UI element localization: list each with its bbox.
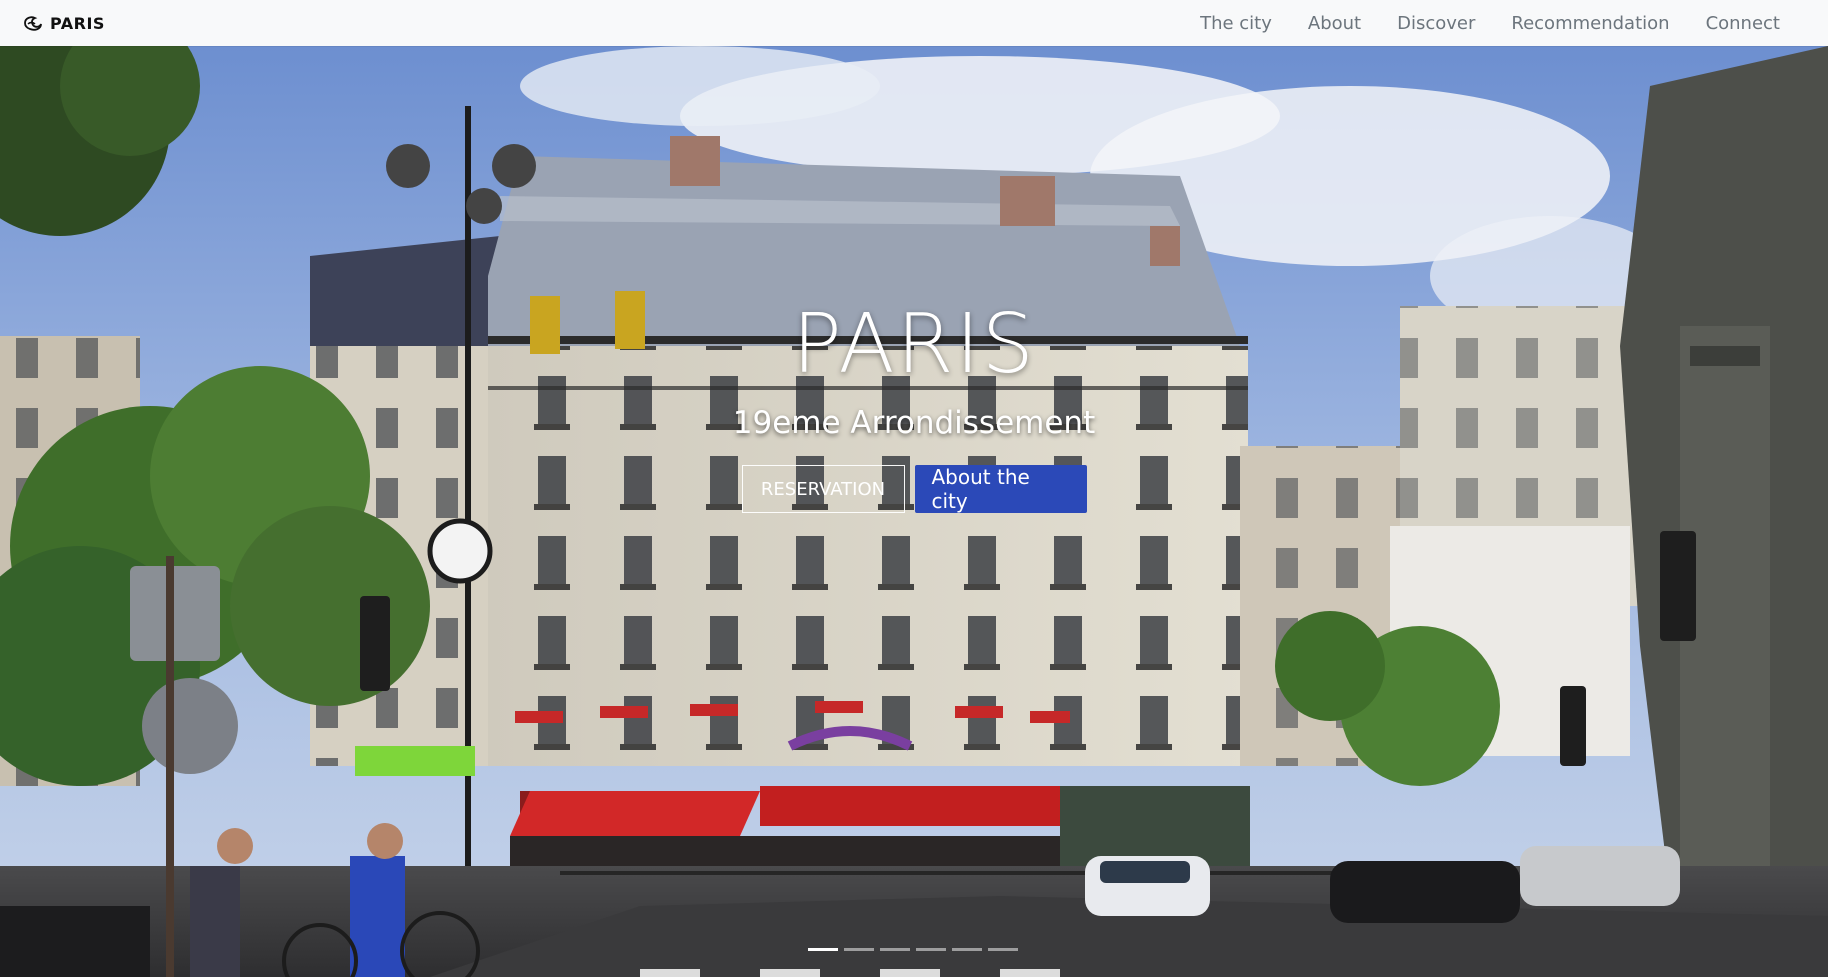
carousel-indicator-2[interactable]: [844, 948, 874, 951]
carousel-indicators: [808, 948, 1018, 951]
brand-link[interactable]: PARIS: [22, 14, 105, 33]
nav-link-discover[interactable]: Discover: [1379, 13, 1493, 34]
paris-logo-icon: [22, 14, 44, 32]
nav-link-connect[interactable]: Connect: [1688, 13, 1798, 34]
brand-name: PARIS: [50, 13, 105, 33]
hero-caption: PARIS 19eme Arrondissement RESERVATION A…: [0, 46, 1828, 977]
carousel-indicator-4[interactable]: [916, 948, 946, 951]
carousel-indicator-3[interactable]: [880, 948, 910, 951]
nav-link-recommendation[interactable]: Recommendation: [1493, 13, 1687, 34]
carousel-indicator-5[interactable]: [952, 948, 982, 951]
about-the-city-button[interactable]: About the city: [914, 465, 1087, 513]
hero-buttons: RESERVATION About the city: [741, 465, 1087, 513]
hero-carousel: PARIS 19eme Arrondissement RESERVATION A…: [0, 46, 1828, 977]
nav-link-about[interactable]: About: [1290, 13, 1379, 34]
nav-link-the-city[interactable]: The city: [1182, 13, 1290, 34]
hero-title: PARIS: [792, 297, 1036, 392]
nav-links: The city About Discover Recommendation C…: [1182, 13, 1798, 34]
carousel-indicator-1[interactable]: [808, 948, 838, 951]
reservation-button[interactable]: RESERVATION: [741, 465, 905, 513]
carousel-indicator-6[interactable]: [988, 948, 1018, 951]
navbar: PARIS The city About Discover Recommenda…: [0, 0, 1828, 46]
hero-subtitle: 19eme Arrondissement: [732, 405, 1096, 441]
